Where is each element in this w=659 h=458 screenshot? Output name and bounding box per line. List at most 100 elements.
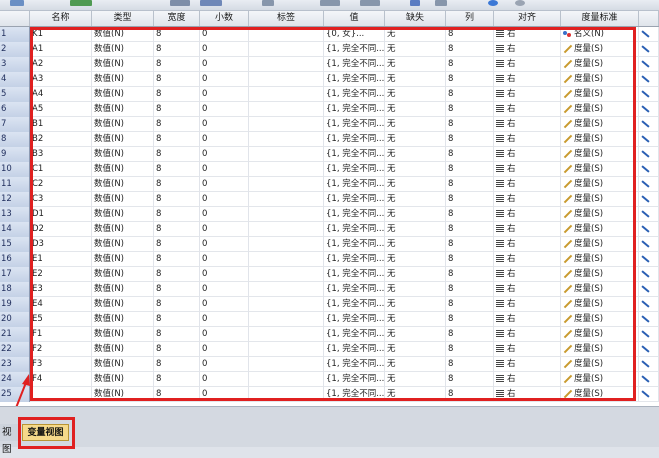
table-row[interactable]: 23 F3 数值(N) 8 0 {1, 完全不同... 无 8 右度量(S) (0, 357, 659, 372)
cell-role[interactable] (639, 177, 659, 192)
cell-name[interactable]: C3 (30, 192, 92, 207)
cell-align[interactable]: 右 (494, 177, 561, 192)
cell-values[interactable]: {1, 完全不同... (324, 177, 385, 192)
cell-align[interactable]: 右 (494, 87, 561, 102)
table-row[interactable]: 15 D3 数值(N) 8 0 {1, 完全不同... 无 8 右度量(S) (0, 237, 659, 252)
cell-role[interactable] (639, 192, 659, 207)
cell-role[interactable] (639, 372, 659, 387)
row-number[interactable]: 25 (0, 387, 30, 402)
cell-label[interactable] (249, 72, 324, 87)
table-row[interactable]: 22 F2 数值(N) 8 0 {1, 完全不同... 无 8 右度量(S) (0, 342, 659, 357)
cell-name[interactable]: F2 (30, 342, 92, 357)
cell-align[interactable]: 右 (494, 102, 561, 117)
cell-type[interactable]: 数值(N) (92, 327, 154, 342)
cell-columns[interactable]: 8 (446, 42, 494, 57)
table-row[interactable]: 25 数值(N) 8 0 {1, 完全不同... 无 8 右度量(S) (0, 387, 659, 402)
cell-name[interactable]: A1 (30, 42, 92, 57)
cell-measure[interactable]: 度量(S) (561, 327, 639, 342)
table-row[interactable]: 11 C2 数值(N) 8 0 {1, 完全不同... 无 8 右度量(S) (0, 177, 659, 192)
cell-decimals[interactable]: 0 (200, 27, 249, 42)
table-row[interactable]: 5 A4 数值(N) 8 0 {1, 完全不同... 无 8 右度量(S) (0, 87, 659, 102)
cell-values[interactable]: {1, 完全不同... (324, 387, 385, 402)
cell-width[interactable]: 8 (154, 117, 200, 132)
cell-measure[interactable]: 度量(S) (561, 162, 639, 177)
cell-decimals[interactable]: 0 (200, 177, 249, 192)
cell-missing[interactable]: 无 (385, 207, 446, 222)
cell-columns[interactable]: 8 (446, 87, 494, 102)
cell-label[interactable] (249, 252, 324, 267)
cell-measure[interactable]: 度量(S) (561, 132, 639, 147)
cell-name[interactable]: E1 (30, 252, 92, 267)
cell-values[interactable]: {1, 完全不同... (324, 192, 385, 207)
cell-columns[interactable]: 8 (446, 282, 494, 297)
cell-missing[interactable]: 无 (385, 42, 446, 57)
table-row[interactable]: 12 C3 数值(N) 8 0 {1, 完全不同... 无 8 右度量(S) (0, 192, 659, 207)
cell-align[interactable]: 右 (494, 357, 561, 372)
table-row[interactable]: 9 B3 数值(N) 8 0 {1, 完全不同... 无 8 右度量(S) (0, 147, 659, 162)
table-row[interactable]: 6 A5 数值(N) 8 0 {1, 完全不同... 无 8 右度量(S) (0, 102, 659, 117)
cell-missing[interactable]: 无 (385, 192, 446, 207)
cell-missing[interactable]: 无 (385, 372, 446, 387)
column-header-align[interactable]: 对齐 (494, 11, 561, 26)
table-row[interactable]: 14 D2 数值(N) 8 0 {1, 完全不同... 无 8 右度量(S) (0, 222, 659, 237)
column-header-label[interactable]: 标签 (249, 11, 324, 26)
cell-name[interactable]: D3 (30, 237, 92, 252)
column-header-name[interactable]: 名称 (30, 11, 92, 26)
cell-label[interactable] (249, 87, 324, 102)
cell-columns[interactable]: 8 (446, 327, 494, 342)
cell-decimals[interactable]: 0 (200, 132, 249, 147)
cell-missing[interactable]: 无 (385, 147, 446, 162)
cell-decimals[interactable]: 0 (200, 267, 249, 282)
cell-type[interactable]: 数值(N) (92, 372, 154, 387)
table-row[interactable]: 7 B1 数值(N) 8 0 {1, 完全不同... 无 8 右度量(S) (0, 117, 659, 132)
cell-width[interactable]: 8 (154, 327, 200, 342)
cell-decimals[interactable]: 0 (200, 357, 249, 372)
cell-measure[interactable]: 度量(S) (561, 237, 639, 252)
cell-label[interactable] (249, 42, 324, 57)
cell-type[interactable]: 数值(N) (92, 207, 154, 222)
cell-decimals[interactable]: 0 (200, 207, 249, 222)
cell-align[interactable]: 右 (494, 327, 561, 342)
cell-columns[interactable]: 8 (446, 102, 494, 117)
cell-align[interactable]: 右 (494, 222, 561, 237)
cell-label[interactable] (249, 207, 324, 222)
cell-name[interactable]: E3 (30, 282, 92, 297)
cell-label[interactable] (249, 27, 324, 42)
cell-decimals[interactable]: 0 (200, 387, 249, 402)
row-number[interactable]: 14 (0, 222, 30, 237)
cell-measure[interactable]: 度量(S) (561, 252, 639, 267)
toolbar-icon[interactable] (360, 0, 380, 6)
cell-role[interactable] (639, 387, 659, 402)
table-row[interactable]: 3 A2 数值(N) 8 0 {1, 完全不同... 无 8 右度量(S) (0, 57, 659, 72)
cell-label[interactable] (249, 117, 324, 132)
cell-columns[interactable]: 8 (446, 57, 494, 72)
cell-align[interactable]: 右 (494, 132, 561, 147)
row-number[interactable]: 19 (0, 297, 30, 312)
cell-label[interactable] (249, 372, 324, 387)
cell-type[interactable]: 数值(N) (92, 282, 154, 297)
cell-name[interactable]: B3 (30, 147, 92, 162)
cell-label[interactable] (249, 162, 324, 177)
cell-name[interactable]: D1 (30, 207, 92, 222)
cell-name[interactable]: A3 (30, 72, 92, 87)
cell-align[interactable]: 右 (494, 267, 561, 282)
cell-missing[interactable]: 无 (385, 387, 446, 402)
cell-values[interactable]: {1, 完全不同... (324, 207, 385, 222)
table-row[interactable]: 13 D1 数值(N) 8 0 {1, 完全不同... 无 8 右度量(S) (0, 207, 659, 222)
cell-measure[interactable]: 度量(S) (561, 357, 639, 372)
cell-values[interactable]: {1, 完全不同... (324, 222, 385, 237)
cell-decimals[interactable]: 0 (200, 312, 249, 327)
cell-align[interactable]: 右 (494, 147, 561, 162)
cell-label[interactable] (249, 297, 324, 312)
cell-columns[interactable]: 8 (446, 162, 494, 177)
row-number[interactable]: 7 (0, 117, 30, 132)
cell-columns[interactable]: 8 (446, 177, 494, 192)
cell-missing[interactable]: 无 (385, 102, 446, 117)
cell-values[interactable]: {1, 完全不同... (324, 147, 385, 162)
cell-width[interactable]: 8 (154, 72, 200, 87)
cell-missing[interactable]: 无 (385, 252, 446, 267)
cell-measure[interactable]: 度量(S) (561, 342, 639, 357)
cell-type[interactable]: 数值(N) (92, 177, 154, 192)
cell-label[interactable] (249, 282, 324, 297)
cell-decimals[interactable]: 0 (200, 282, 249, 297)
